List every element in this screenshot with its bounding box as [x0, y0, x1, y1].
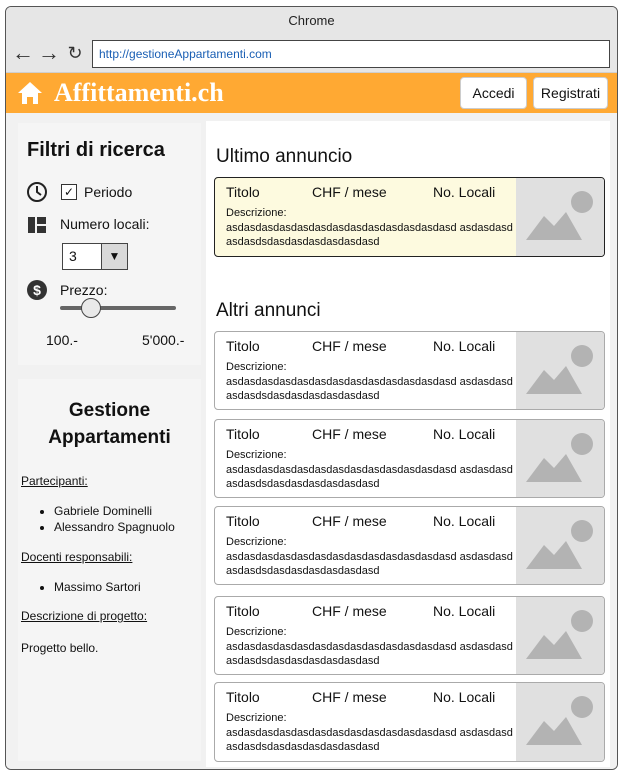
listing-title: Titolo	[226, 603, 260, 619]
listing-card[interactable]: Titolo CHF / mese No. Locali Descrizione…	[214, 596, 605, 675]
layout-grid-icon	[28, 217, 46, 233]
image-placeholder-icon	[526, 520, 593, 569]
back-arrow-icon[interactable]: ←	[12, 42, 34, 64]
listing-rooms: No. Locali	[433, 426, 496, 442]
listing-title: Titolo	[226, 689, 260, 705]
listing-image	[516, 332, 604, 409]
listing-description: asdasdasdasdasdasdasdasdasdasdasdasdasd …	[226, 551, 513, 577]
list-item: Massimo Sartori	[54, 579, 141, 595]
price-max-label: 5'000.-	[142, 332, 185, 348]
listing-image	[516, 420, 604, 497]
listing-price: CHF / mese	[312, 513, 387, 529]
image-placeholder-icon	[526, 433, 593, 482]
listing-description-label: Descrizione:	[226, 626, 287, 638]
listing-card[interactable]: Titolo CHF / mese No. Locali Descrizione…	[214, 506, 605, 585]
listing-title: Titolo	[226, 513, 260, 529]
clock-icon	[27, 182, 47, 202]
browser-window: Chrome ← → ↻ http://gestioneAppartamenti…	[5, 6, 618, 770]
price-label: Prezzo:	[60, 282, 108, 298]
listing-card[interactable]: Titolo CHF / mese No. Locali Descrizione…	[214, 419, 605, 498]
price-min-label: 100.-	[46, 332, 78, 348]
listing-description: asdasdasdasdasdasdasdasdasdasdasdasdasd …	[226, 222, 513, 248]
listing-title: Titolo	[226, 426, 260, 442]
others-section-title: Altri annunci	[216, 300, 321, 321]
listing-image	[516, 178, 604, 256]
image-placeholder-icon	[526, 191, 593, 240]
search-filters-panel: Filtri di ricerca ✓ Periodo Numero local…	[18, 123, 201, 365]
listing-description: asdasdasdasdasdasdasdasdasdasdasdasdasd …	[226, 641, 513, 667]
listing-description: asdasdasdasdasdasdasdasdasdasdasdasdasd …	[226, 727, 513, 753]
listing-price: CHF / mese	[312, 426, 387, 442]
listing-image	[516, 597, 604, 674]
listing-title: Titolo	[226, 338, 260, 354]
listing-price: CHF / mese	[312, 184, 387, 200]
listing-card[interactable]: Titolo CHF / mese No. Locali Descrizione…	[214, 682, 605, 762]
description-heading: Descrizione di progetto:	[21, 609, 148, 623]
image-placeholder-icon	[526, 610, 593, 659]
forward-arrow-icon[interactable]: →	[38, 42, 60, 64]
rooms-label: Numero locali:	[60, 216, 150, 232]
listing-rooms: No. Locali	[433, 513, 496, 529]
site-brand[interactable]: Affittamenti.ch	[54, 76, 224, 110]
filters-title: Filtri di ricerca	[27, 139, 165, 161]
svg-text:$: $	[33, 282, 41, 298]
list-item: Alessandro Spagnuolo	[54, 519, 175, 535]
listing-description-label: Descrizione:	[226, 449, 287, 461]
price-slider-thumb[interactable]	[81, 298, 102, 318]
listing-card[interactable]: Titolo CHF / mese No. Locali Descrizione…	[214, 331, 605, 410]
listing-image	[516, 683, 604, 761]
project-info-panel: Gestione Appartamenti Partecipanti: Gabr…	[18, 379, 201, 761]
period-label: Periodo	[84, 184, 133, 200]
period-checkbox[interactable]: ✓	[61, 184, 77, 200]
teachers-heading: Docenti responsabili:	[21, 550, 133, 564]
listing-image	[516, 507, 604, 584]
listing-rooms: No. Locali	[433, 338, 496, 354]
list-item: Gabriele Dominelli	[54, 503, 175, 519]
window-title: Chrome	[6, 7, 617, 35]
price-slider-track[interactable]	[60, 306, 176, 310]
listing-title: Titolo	[226, 184, 260, 200]
listing-description-label: Descrizione:	[226, 361, 287, 373]
listing-rooms: No. Locali	[433, 689, 496, 705]
listing-description-label: Descrizione:	[226, 207, 287, 219]
project-description: Progetto bello.	[21, 641, 99, 655]
browser-toolbar: ← → ↻ http://gestioneAppartamenti.com	[6, 35, 617, 73]
dropdown-arrow-icon[interactable]: ▼	[101, 244, 127, 269]
listing-description: asdasdasdasdasdasdasdasdasdasdasdasdasd …	[226, 464, 513, 490]
reload-icon[interactable]: ↻	[64, 42, 86, 64]
page-content: Filtri di ricerca ✓ Periodo Numero local…	[6, 113, 617, 769]
listing-price: CHF / mese	[312, 689, 387, 705]
rooms-select-value: 3	[69, 248, 77, 264]
listing-rooms: No. Locali	[433, 184, 496, 200]
register-button[interactable]: Registrati	[533, 77, 608, 109]
image-placeholder-icon	[526, 345, 593, 394]
participants-list: Gabriele Dominelli Alessandro Spagnuolo	[36, 503, 175, 535]
dollar-icon: $	[27, 280, 47, 300]
image-placeholder-icon	[526, 696, 593, 745]
site-header: Affittamenti.ch Accedi Registrati	[6, 73, 617, 113]
participants-heading: Partecipanti:	[21, 474, 88, 488]
address-bar[interactable]: http://gestioneAppartamenti.com	[92, 40, 610, 68]
latest-section-title: Ultimo annuncio	[216, 146, 353, 167]
listing-price: CHF / mese	[312, 338, 387, 354]
listing-price: CHF / mese	[312, 603, 387, 619]
teachers-list: Massimo Sartori	[36, 579, 141, 595]
home-icon[interactable]	[16, 80, 44, 106]
rooms-select[interactable]: 3 ▼	[62, 243, 128, 270]
listing-description: asdasdasdasdasdasdasdasdasdasdasdasdasd …	[226, 376, 513, 402]
listing-description-label: Descrizione:	[226, 536, 287, 548]
latest-listing-card[interactable]: Titolo CHF / mese No. Locali Descrizione…	[214, 177, 605, 257]
login-button[interactable]: Accedi	[460, 77, 527, 109]
project-title: Gestione Appartamenti	[48, 400, 171, 448]
listing-description-label: Descrizione:	[226, 712, 287, 724]
listing-rooms: No. Locali	[433, 603, 496, 619]
